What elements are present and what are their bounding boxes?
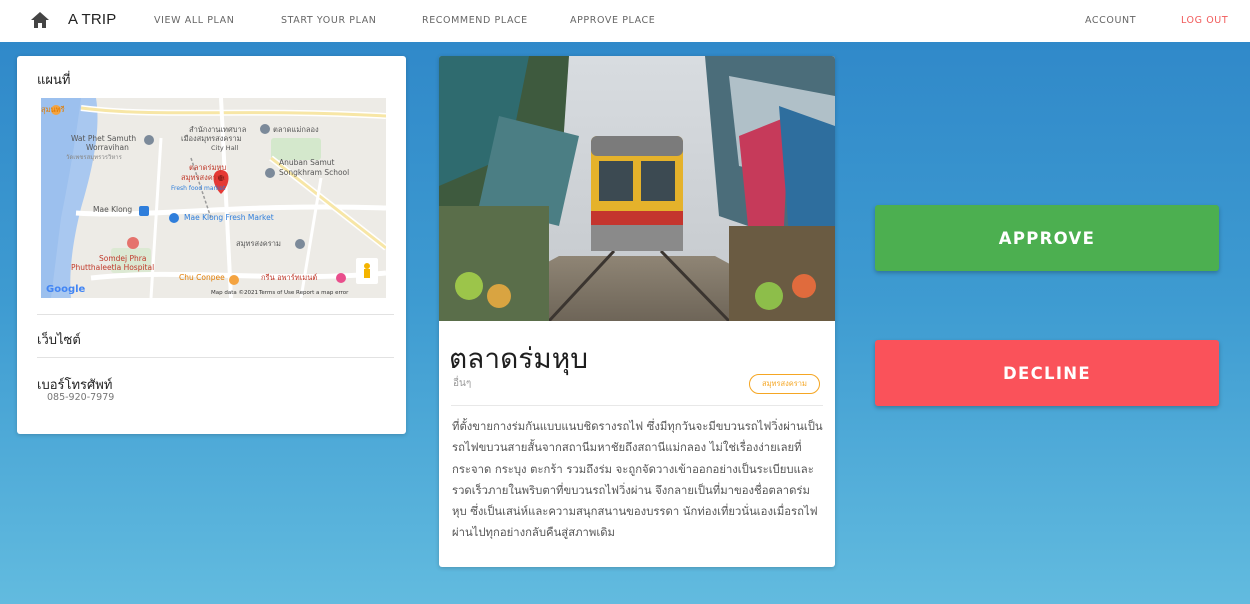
map-label: Anuban Samut <box>279 158 335 167</box>
map-label: Somdej Phra <box>99 254 146 263</box>
divider <box>37 314 394 315</box>
map-label: Mae Klong Fresh Market <box>184 213 274 222</box>
embedded-map[interactable]: สุมนทรี Wat Phet Samuth Worravihan วัดเพ… <box>41 98 386 298</box>
nav-logout[interactable]: LOG OUT <box>1181 15 1228 26</box>
nav-approve-place[interactable]: APPROVE PLACE <box>570 15 655 26</box>
nav-view-all-plan[interactable]: VIEW ALL PLAN <box>154 15 234 26</box>
map-label: สมุทรสงคราม <box>181 173 226 182</box>
province-badge: สมุทรสงคราม <box>749 374 820 394</box>
map-label: สุมนทรี <box>41 105 65 114</box>
map-label: เมืองสมุทรสงคราม <box>181 134 242 143</box>
map-label: Songkhram School <box>279 168 349 177</box>
map-terms-link[interactable]: Terms of Use <box>258 290 295 296</box>
divider <box>37 357 394 358</box>
top-nav-bar: A TRIP VIEW ALL PLAN START YOUR PLAN REC… <box>0 0 1250 42</box>
website-label: เว็บไซต์ <box>37 333 81 348</box>
place-name: ตลาดร่มหุบ <box>449 342 588 375</box>
place-photo <box>439 56 835 321</box>
nav-recommend-place[interactable]: RECOMMEND PLACE <box>422 15 528 26</box>
map-attribution: Map data ©2021 <box>211 289 258 296</box>
brand-title[interactable]: A TRIP <box>68 11 116 28</box>
place-card: ตลาดร่มหุบ อื่นๆ สมุทรสงคราม ที่ตั้งขายก… <box>439 56 835 567</box>
map-label: Fresh food market <box>171 185 226 192</box>
place-info-card: แผนที่ สุมนทรี Wat Phet Samuth Worraviha… <box>17 56 406 434</box>
map-label: สำนักงานเทศบาล <box>189 125 246 134</box>
map-label: Phutthaleetla Hospital <box>71 263 154 272</box>
map-section-title: แผนที่ <box>37 73 71 88</box>
map-label: วัดเพชรสมุทรวรวิหาร <box>66 154 123 161</box>
map-label: City Hall <box>211 144 238 152</box>
map-label: ตลาดแม่กลอง <box>273 125 319 134</box>
google-logo: Google <box>46 284 86 295</box>
map-label: ตลาดร่มหุบ <box>189 163 226 172</box>
divider <box>451 405 823 406</box>
map-label: Chu Conpee <box>179 273 225 282</box>
place-description: ที่ตั้งขายกางร่มกันแบบแนบชิดรางรถไฟ ซึ่ง… <box>452 420 823 540</box>
decline-button[interactable]: DECLINE <box>875 340 1219 406</box>
nav-start-your-plan[interactable]: START YOUR PLAN <box>281 15 377 26</box>
home-icon[interactable] <box>30 10 50 30</box>
nav-account[interactable]: ACCOUNT <box>1085 15 1136 26</box>
place-category: อื่นๆ <box>453 378 472 389</box>
map-label: Worravihan <box>86 143 129 152</box>
map-label: Mae Klong <box>93 205 132 214</box>
map-label: สมุทรสงคราม <box>236 239 281 248</box>
map-label: Wat Phet Samuth <box>71 134 136 143</box>
map-report-link[interactable]: Report a map error <box>296 290 349 296</box>
map-label: กรีน อพาร์ทเมนต์ <box>261 273 317 282</box>
approve-button[interactable]: APPROVE <box>875 205 1219 271</box>
phone-number: 085-920-7979 <box>47 392 115 403</box>
